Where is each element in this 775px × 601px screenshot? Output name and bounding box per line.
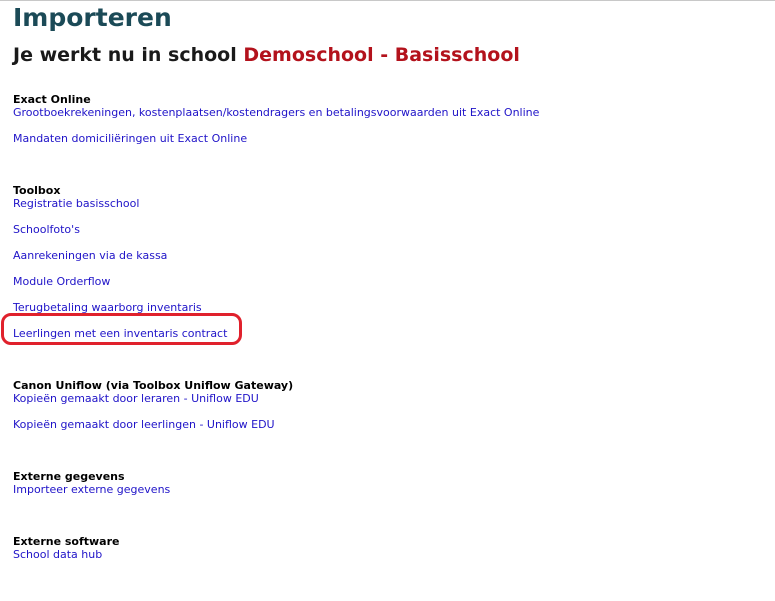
top-border <box>0 0 775 2</box>
link-kopieen-leraren[interactable]: Kopieën gemaakt door leraren - Uniflow E… <box>13 392 293 405</box>
link-schoolfotos[interactable]: Schoolfoto's <box>13 223 227 236</box>
school-context: Je werkt nu in school Demoschool - Basis… <box>13 43 520 67</box>
link-registratie-basisschool[interactable]: Registratie basisschool <box>13 197 227 210</box>
highlighted-link-wrapper: Leerlingen met een inventaris contract <box>1 313 242 345</box>
section-heading-toolbox: Toolbox <box>13 184 61 197</box>
link-mandaten-domicilieringen[interactable]: Mandaten domiciliëringen uit Exact Onlin… <box>13 132 539 145</box>
page-title: Importeren <box>13 3 172 32</box>
section-heading-externe-gegevens: Externe gegevens <box>13 470 125 483</box>
link-aanrekeningen-kassa[interactable]: Aanrekeningen via de kassa <box>13 249 227 262</box>
link-leerlingen-inventaris-contract[interactable]: Leerlingen met een inventaris contract <box>13 327 227 340</box>
section-heading-exact-online: Exact Online <box>13 93 91 106</box>
section-externe-gegevens: Externe gegevens Importeer externe gegev… <box>13 470 170 496</box>
link-terugbetaling-waarborg[interactable]: Terugbetaling waarborg inventaris <box>13 301 227 314</box>
school-prefix: Je werkt nu in school <box>13 44 237 66</box>
link-module-orderflow[interactable]: Module Orderflow <box>13 275 227 288</box>
link-importeer-externe-gegevens[interactable]: Importeer externe gegevens <box>13 483 170 496</box>
link-school-data-hub[interactable]: School data hub <box>13 548 120 561</box>
link-grootboekrekeningen[interactable]: Grootboekrekeningen, kostenplaatsen/kost… <box>13 106 539 119</box>
school-name: Demoschool - Basisschool <box>243 44 520 66</box>
section-externe-software: Externe software School data hub <box>13 535 120 561</box>
link-kopieen-leerlingen[interactable]: Kopieën gemaakt door leerlingen - Uniflo… <box>13 418 293 431</box>
section-canon-uniflow: Canon Uniflow (via Toolbox Uniflow Gatew… <box>13 379 293 431</box>
highlight-wrap: Leerlingen met een inventaris contract <box>1 313 242 345</box>
section-toolbox: Toolbox Registratie basisschool Schoolfo… <box>1 184 242 345</box>
section-exact-online: Exact Online Grootboekrekeningen, kosten… <box>13 93 539 145</box>
section-heading-canon-uniflow: Canon Uniflow (via Toolbox Uniflow Gatew… <box>13 379 294 392</box>
section-heading-externe-software: Externe software <box>13 535 120 548</box>
